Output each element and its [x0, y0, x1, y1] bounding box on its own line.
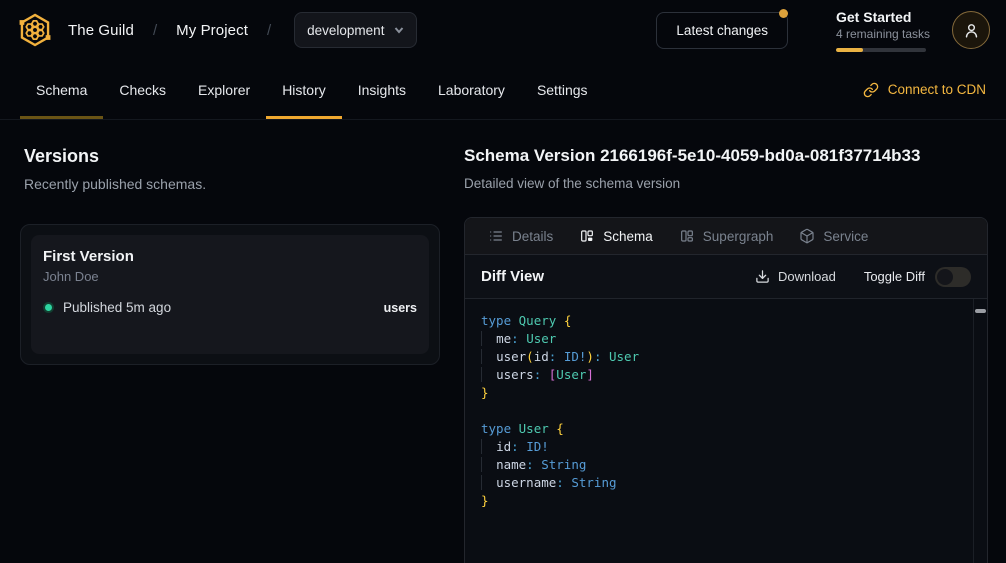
schema-detail-card: Details Schema Supergr — [464, 217, 988, 563]
user-icon — [963, 22, 980, 39]
guild-hive-logo[interactable] — [16, 11, 54, 49]
versions-panel: Versions Recently published schemas. Fir… — [20, 144, 440, 563]
tab-checks[interactable]: Checks — [103, 60, 182, 119]
versions-subtitle: Recently published schemas. — [24, 175, 440, 193]
breadcrumb-separator: / — [153, 22, 157, 39]
breadcrumb-org[interactable]: The Guild — [68, 22, 134, 39]
version-detail-panel: Schema Version 2166196f-5e10-4059-bd0a-0… — [464, 144, 988, 563]
tab-schema-detail[interactable]: Schema — [566, 218, 666, 254]
tab-service[interactable]: Service — [786, 218, 881, 254]
cube-icon — [799, 228, 815, 244]
user-avatar-button[interactable] — [952, 11, 990, 49]
link-icon — [863, 82, 879, 98]
published-status-icon — [43, 302, 54, 313]
breadcrumb-separator: / — [267, 22, 271, 39]
versions-list: First Version John Doe Published 5m ago … — [20, 224, 440, 365]
latest-changes-button[interactable]: Latest changes — [656, 12, 788, 49]
latest-changes-label: Latest changes — [676, 23, 768, 38]
get-started-title: Get Started — [836, 9, 926, 26]
tab-laboratory[interactable]: Laboratory — [422, 60, 521, 119]
toggle-diff-switch[interactable] — [935, 267, 971, 287]
diff-view-header: Diff View Download Toggle Diff — [465, 255, 987, 299]
tab-history[interactable]: History — [266, 60, 342, 119]
connect-to-cdn-label: Connect to CDN — [888, 82, 986, 97]
progress-fill — [836, 48, 863, 52]
target-select-value: development — [307, 23, 384, 38]
get-started-subtitle: 4 remaining tasks — [836, 27, 926, 42]
tab-schema[interactable]: Schema — [20, 60, 103, 119]
diff-view-title: Diff View — [481, 268, 544, 285]
tab-schema-detail-label: Schema — [603, 229, 653, 244]
schema-code-viewer[interactable]: type Query { me: User user(id: ID!): Use… — [465, 299, 987, 563]
toggle-knob — [937, 269, 953, 285]
version-service-badge: users — [384, 301, 417, 315]
tab-explorer[interactable]: Explorer — [182, 60, 266, 119]
download-button[interactable]: Download — [755, 269, 836, 284]
tab-settings[interactable]: Settings — [521, 60, 604, 119]
get-started-widget[interactable]: Get Started 4 remaining tasks — [836, 9, 926, 52]
tab-supergraph-label: Supergraph — [703, 229, 774, 244]
version-name: First Version — [43, 247, 417, 266]
code-block: type Query { me: User user(id: ID!): Use… — [481, 312, 961, 510]
tab-supergraph[interactable]: Supergraph — [666, 218, 787, 254]
tab-details-label: Details — [512, 229, 553, 244]
version-status: Published 5m ago — [63, 300, 171, 315]
toggle-diff-label: Toggle Diff — [864, 269, 925, 284]
tab-details[interactable]: Details — [475, 218, 566, 254]
top-header: The Guild / My Project / development Lat… — [0, 0, 1006, 60]
versions-title: Versions — [24, 144, 440, 168]
version-list-item[interactable]: First Version John Doe Published 5m ago … — [31, 235, 429, 354]
code-scrollbar-track — [973, 299, 974, 563]
main-nav: Schema Checks Explorer History Insights … — [0, 60, 1006, 120]
detail-tab-bar: Details Schema Supergr — [465, 218, 987, 255]
version-status-row: Published 5m ago users — [43, 300, 417, 315]
tab-service-label: Service — [823, 229, 868, 244]
schema-version-subtitle: Detailed view of the schema version — [464, 175, 988, 192]
columns-icon — [579, 228, 595, 244]
main-content: Versions Recently published schemas. Fir… — [0, 120, 1006, 563]
download-icon — [755, 269, 770, 284]
columns-icon — [679, 228, 695, 244]
version-author: John Doe — [43, 269, 417, 285]
breadcrumb: The Guild / My Project / — [68, 22, 290, 39]
download-label: Download — [778, 269, 836, 284]
notification-dot — [779, 9, 788, 18]
chevron-down-icon — [394, 25, 404, 35]
code-scrollbar-thumb[interactable] — [975, 309, 986, 313]
target-select[interactable]: development — [294, 12, 417, 48]
connect-to-cdn-button[interactable]: Connect to CDN — [863, 82, 986, 98]
tab-insights[interactable]: Insights — [342, 60, 422, 119]
schema-version-title: Schema Version 2166196f-5e10-4059-bd0a-0… — [464, 144, 988, 168]
get-started-progress-bar — [836, 48, 926, 52]
list-icon — [488, 228, 504, 244]
breadcrumb-project[interactable]: My Project — [176, 22, 248, 39]
